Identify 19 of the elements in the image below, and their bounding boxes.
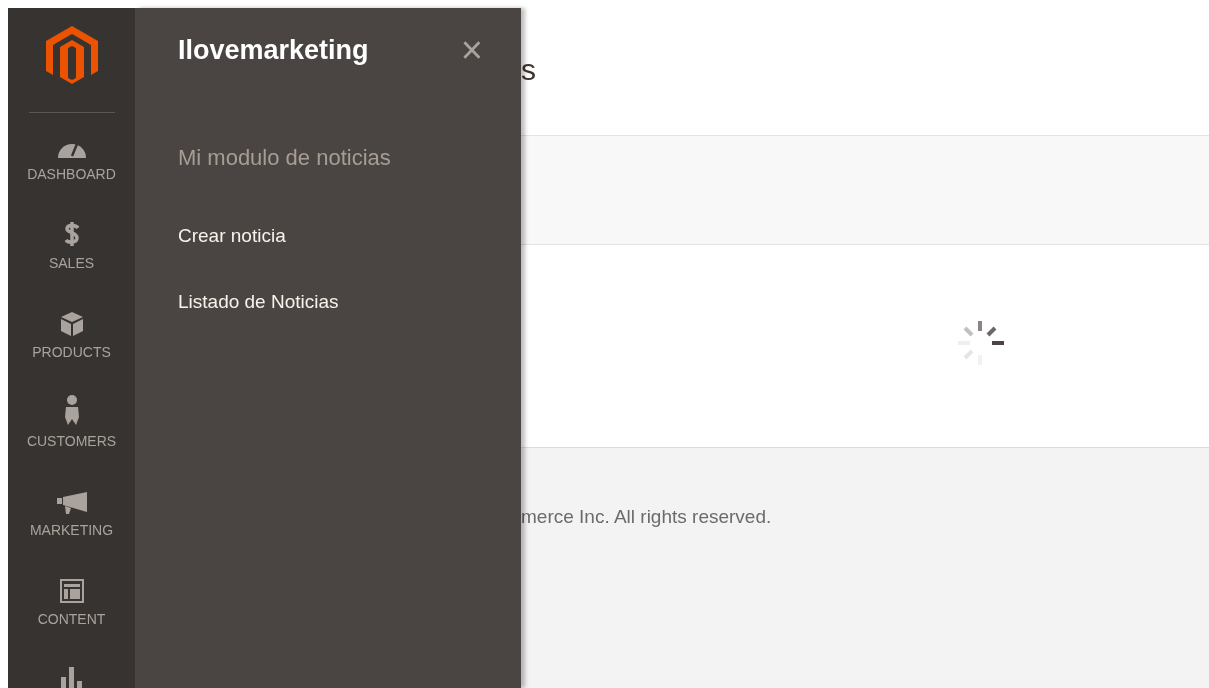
section-heading: Mi modulo de noticias — [178, 143, 392, 172]
dollar-icon — [63, 221, 80, 247]
page-title: s — [521, 55, 536, 85]
nav-item[interactable]: SALES — [8, 192, 135, 281]
copyright-text: merce Inc. All rights reserved. — [521, 506, 772, 527]
menu-link[interactable]: Crear noticia — [178, 221, 483, 250]
logo-icon — [45, 26, 98, 84]
nav-item[interactable]: DASHBOARD — [8, 103, 135, 192]
box-icon — [60, 312, 83, 336]
panel-title: Ilovemarketing — [178, 34, 369, 67]
close-button[interactable]: × — [460, 31, 483, 70]
nav-item[interactable]: CUSTOMERS — [8, 370, 135, 459]
megaphone-icon — [56, 492, 87, 514]
nav-item[interactable]: CONTENT — [8, 548, 135, 637]
nav-item[interactable]: MARKETING — [8, 459, 135, 548]
nav-item[interactable]: PRODUCTS — [8, 281, 135, 370]
menu-link[interactable]: Listado de Noticias — [178, 288, 483, 317]
layout-icon — [59, 579, 84, 603]
person-icon — [63, 395, 80, 425]
